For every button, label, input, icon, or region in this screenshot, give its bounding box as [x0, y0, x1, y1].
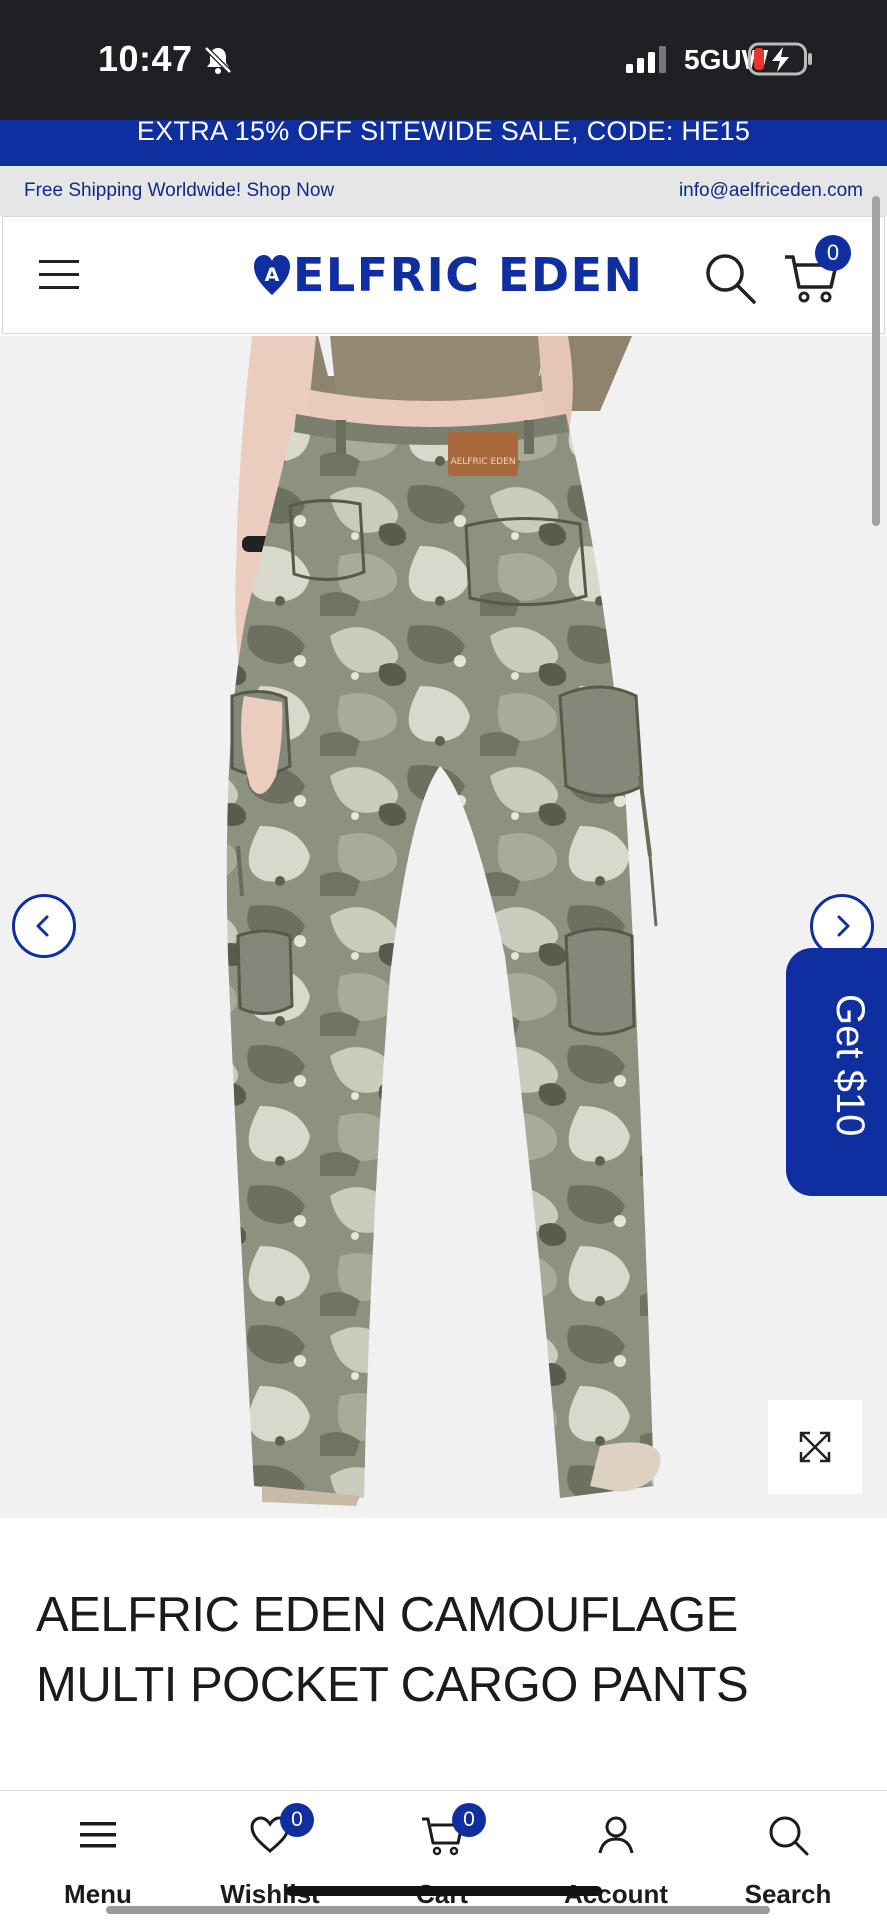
status-bar: 10:47 5GUW — [0, 0, 887, 120]
signal-icon — [626, 46, 666, 73]
user-icon — [598, 1816, 634, 1854]
info-strip: Free Shipping Worldwide! Shop Now info@a… — [0, 166, 887, 216]
chevron-right-icon — [837, 915, 850, 937]
brand-patch-text: AELFRIC EDEN — [450, 457, 515, 467]
promo-banner[interactable]: EXTRA 15% OFF SITEWIDE SALE, CODE: HE15 — [0, 120, 887, 166]
promo-text: EXTRA 15% OFF SITEWIDE SALE, CODE: HE15 — [136, 120, 751, 146]
menu-icon[interactable] — [37, 257, 81, 293]
expand-icon — [799, 1431, 831, 1463]
vertical-scrollbar[interactable] — [872, 196, 880, 526]
battery-charging-icon — [748, 42, 812, 76]
home-indicator — [286, 1886, 602, 1896]
nav-item-cart[interactable]: 0 Cart — [362, 1791, 522, 1920]
status-time: 10:47 — [98, 38, 193, 79]
nav-item-wishlist[interactable]: 0 Wishlist — [190, 1791, 350, 1920]
product-title: AELFRIC EDEN CAMOUFLAGE MULTI POCKET CAR… — [36, 1580, 836, 1720]
heart-logo-icon: A — [254, 255, 290, 295]
chevron-left-icon — [36, 915, 49, 937]
product-gallery[interactable]: AELFRIC EDEN — [0, 336, 887, 1518]
expand-image-button[interactable] — [768, 1400, 862, 1494]
search-icon[interactable] — [703, 251, 757, 305]
shipping-link[interactable]: Free Shipping Worldwide! Shop Now — [24, 180, 334, 202]
product-image[interactable]: AELFRIC EDEN — [0, 336, 887, 1518]
logo-letter: A — [265, 264, 280, 286]
horizontal-scrollbar[interactable] — [106, 1906, 770, 1914]
nav-item-search[interactable]: Search — [708, 1791, 868, 1920]
get-discount-label: Get $10 — [828, 994, 872, 1137]
site-header: A ELFRIC EDEN 0 — [2, 216, 885, 334]
get-discount-tab[interactable]: Get $10 — [786, 948, 887, 1196]
cart-nav-count-badge: 0 — [452, 1803, 486, 1837]
nav-item-menu[interactable]: Menu — [18, 1791, 178, 1920]
brand-logo[interactable]: A ELFRIC EDEN — [253, 247, 644, 303]
bottom-nav: Menu 0 Wishlist 0 Cart Account — [0, 1790, 887, 1920]
email-link[interactable]: info@aelfriceden.com — [679, 180, 863, 202]
app-root: 10:47 5GUW EXTRA 15% OFF SITEWIDE SALE, … — [0, 0, 887, 1920]
menu-icon — [80, 1822, 116, 1848]
logo-text: ELFRIC EDEN — [293, 248, 644, 302]
bell-muted-icon — [204, 46, 232, 74]
cart-count-badge: 0 — [815, 235, 851, 271]
nav-item-account[interactable]: Account — [536, 1791, 696, 1920]
search-icon — [769, 1816, 809, 1856]
product-title-line-1: AELFRIC EDEN CAMOUFLAGE — [36, 1588, 738, 1642]
wishlist-count-badge: 0 — [280, 1803, 314, 1837]
prev-image-button[interactable] — [12, 894, 76, 958]
product-title-line-2: MULTI POCKET CARGO PANTS — [36, 1658, 749, 1712]
